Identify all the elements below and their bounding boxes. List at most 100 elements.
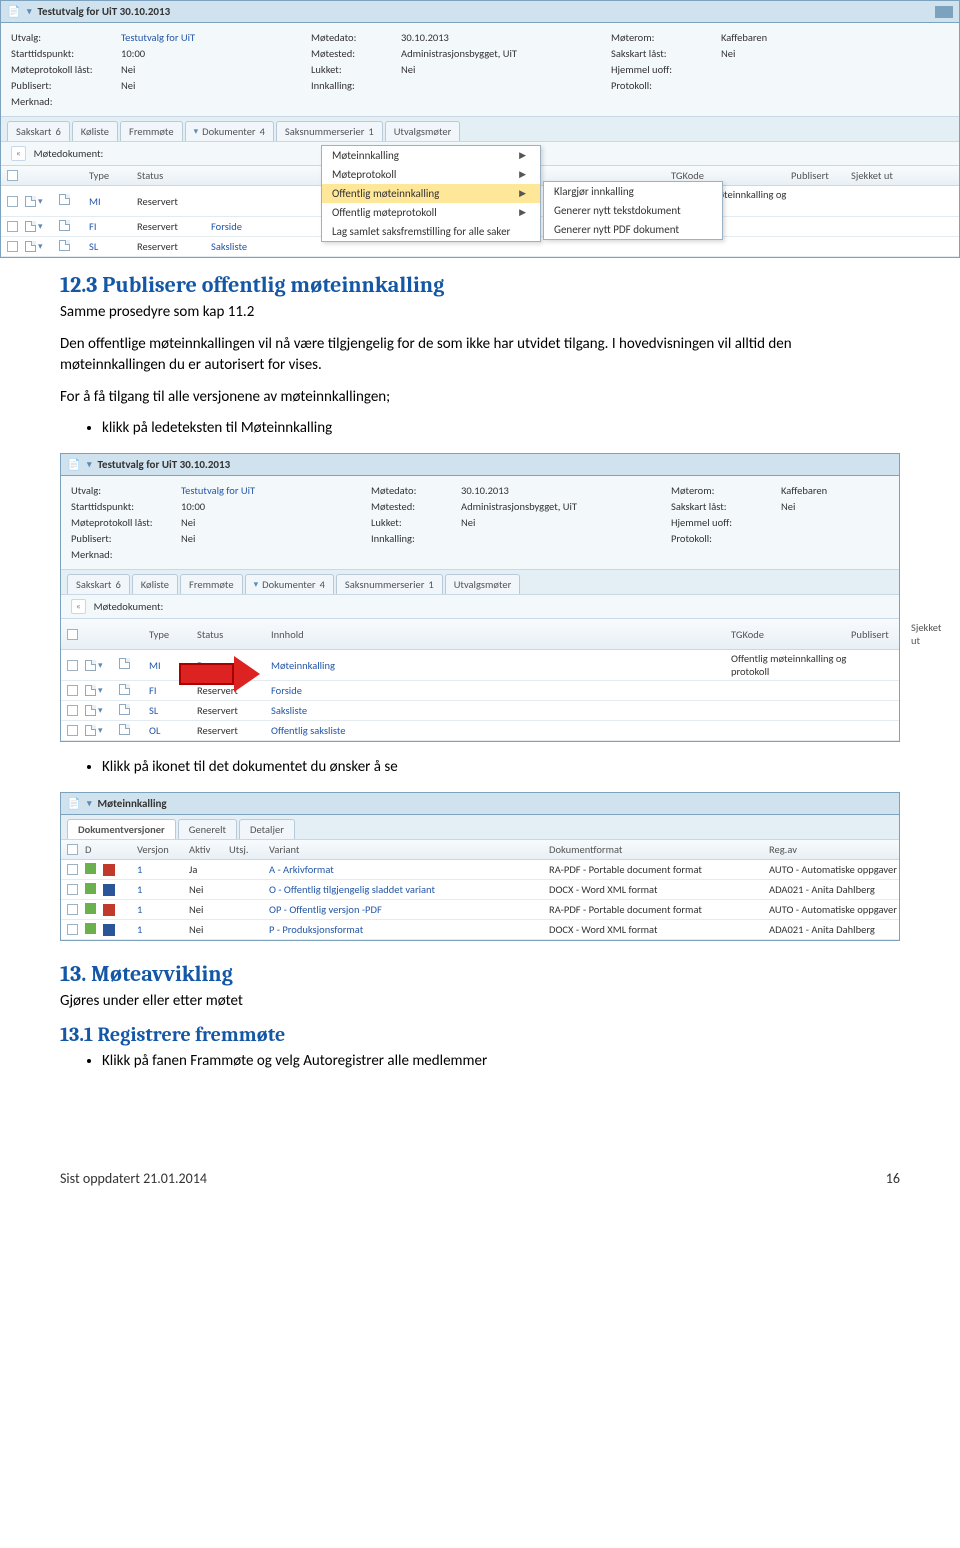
label-publisert: Publisert: bbox=[11, 79, 111, 92]
page-icon[interactable] bbox=[119, 704, 130, 715]
type-link[interactable]: MI bbox=[89, 195, 137, 208]
select-all-checkbox[interactable] bbox=[7, 170, 18, 181]
doc-icon[interactable] bbox=[85, 725, 96, 736]
pdf-icon[interactable] bbox=[103, 904, 115, 916]
collapse-icon[interactable]: « bbox=[71, 599, 86, 614]
dropdown-icon[interactable]: ▾ bbox=[38, 241, 43, 252]
select-all-checkbox[interactable] bbox=[67, 844, 78, 855]
action-icon[interactable] bbox=[85, 923, 96, 934]
tab-saksnummerserier[interactable]: Saksnummerserier1 bbox=[276, 121, 383, 141]
table-row[interactable]: ▾ SL Reservert Saksliste bbox=[61, 701, 899, 721]
row-checkbox[interactable] bbox=[67, 924, 78, 935]
bullet-list: Klikk på ikonet til det dokumentet du øn… bbox=[102, 758, 900, 776]
submenu-item-generer-pdf[interactable]: Generer nytt PDF dokument bbox=[544, 220, 722, 239]
dropdown-icon[interactable]: ▾ bbox=[87, 798, 92, 809]
submenu-item-klargjor[interactable]: Klargjør innkalling bbox=[544, 182, 722, 201]
tab-dokumenter[interactable]: ▾Dokumenter4 bbox=[245, 574, 334, 594]
menu-item-lag-samlet[interactable]: Lag samlet saksfremstilling for alle sak… bbox=[322, 222, 540, 241]
row-checkbox[interactable] bbox=[67, 660, 78, 671]
doc-icon[interactable] bbox=[25, 221, 36, 232]
value-motested: Administrasjonsbygget, UiT bbox=[401, 47, 601, 60]
tab-generelt[interactable]: Generelt bbox=[178, 819, 237, 839]
table-header: D Versjon Aktiv Utsj. Variant Dokumentfo… bbox=[61, 840, 899, 860]
row-checkbox[interactable] bbox=[67, 904, 78, 915]
tab-fremmote[interactable]: Fremmøte bbox=[180, 574, 243, 594]
tab-koliste[interactable]: Køliste bbox=[132, 574, 178, 594]
docx-icon[interactable] bbox=[103, 924, 115, 936]
label-innkalling: Innkalling: bbox=[311, 79, 391, 92]
doc-icon[interactable] bbox=[85, 660, 96, 671]
value-utvalg[interactable]: Testutvalg for UiT bbox=[121, 31, 301, 44]
tab-koliste[interactable]: Køliste bbox=[72, 121, 118, 141]
window-title: Møteinnkalling bbox=[98, 797, 167, 810]
row-checkbox[interactable] bbox=[7, 241, 18, 252]
tab-utvalgsmoter[interactable]: Utvalgsmøter bbox=[445, 574, 521, 594]
tab-sakskart[interactable]: Sakskart6 bbox=[7, 121, 70, 141]
table-row[interactable]: 1 Ja A - Arkivformat RA-PDF - Portable d… bbox=[61, 860, 899, 880]
window-title: Testutvalg for UiT 30.10.2013 bbox=[38, 5, 171, 18]
dropdown-icon[interactable]: ▾ bbox=[27, 6, 32, 17]
doc-icon[interactable] bbox=[85, 705, 96, 716]
menu-item-moteprotokoll[interactable]: Møteprotokoll▶ bbox=[322, 165, 540, 184]
doc-icon[interactable] bbox=[25, 241, 36, 252]
row-checkbox[interactable] bbox=[7, 196, 18, 207]
tab-saksnummerserier[interactable]: Saksnummerserier1 bbox=[336, 574, 443, 594]
page-icon[interactable] bbox=[119, 658, 130, 669]
value-motedato: 30.10.2013 bbox=[401, 31, 601, 44]
menu-item-offentlig-moteinnkalling[interactable]: Offentlig møteinnkalling▶ bbox=[322, 184, 540, 203]
dropdown-icon[interactable]: ▾ bbox=[98, 725, 103, 736]
window-title-bar: 📄 ▾ Møteinnkalling bbox=[61, 793, 899, 815]
docx-icon[interactable] bbox=[103, 884, 115, 896]
row-checkbox[interactable] bbox=[67, 864, 78, 875]
submenu-item-generer-tekst[interactable]: Generer nytt tekstdokument bbox=[544, 201, 722, 220]
row-checkbox[interactable] bbox=[67, 705, 78, 716]
page-icon[interactable] bbox=[59, 240, 70, 251]
tab-dokumenter[interactable]: ▾Dokumenter4 bbox=[185, 121, 274, 141]
dropdown-icon[interactable]: ▾ bbox=[38, 221, 43, 232]
action-icon[interactable] bbox=[85, 883, 96, 894]
context-submenu: Klargjør innkalling Generer nytt tekstdo… bbox=[543, 181, 723, 240]
bullet-item: Klikk på ikonet til det dokumentet du øn… bbox=[102, 758, 900, 776]
menu-item-offentlig-moteprotokoll[interactable]: Offentlig møteprotokoll▶ bbox=[322, 203, 540, 222]
dropdown-icon[interactable]: ▾ bbox=[38, 196, 43, 207]
action-icon[interactable] bbox=[85, 903, 96, 914]
dropdown-icon[interactable]: ▾ bbox=[98, 685, 103, 696]
row-checkbox[interactable] bbox=[67, 884, 78, 895]
action-icon[interactable] bbox=[85, 863, 96, 874]
version-tabs: Dokumentversjoner Generelt Detaljer bbox=[61, 815, 899, 840]
table-row[interactable]: ▾ OL Reservert Offentlig saksliste bbox=[61, 721, 899, 741]
doc-icon[interactable] bbox=[25, 196, 36, 207]
tab-utvalgsmoter[interactable]: Utvalgsmøter bbox=[385, 121, 461, 141]
type-link[interactable]: FI bbox=[89, 220, 137, 233]
doc-icon[interactable] bbox=[85, 685, 96, 696]
page-icon[interactable] bbox=[119, 684, 130, 695]
page-icon[interactable] bbox=[59, 220, 70, 231]
tab-detaljer[interactable]: Detaljer bbox=[239, 819, 295, 839]
tab-sakskart[interactable]: Sakskart6 bbox=[67, 574, 130, 594]
table-row[interactable]: 1 Nei P - Produksjonsformat DOCX - Word … bbox=[61, 920, 899, 940]
row-checkbox[interactable] bbox=[7, 221, 18, 232]
col-sjekket: Sjekket ut bbox=[851, 169, 953, 182]
dropdown-icon[interactable]: ▾ bbox=[98, 705, 103, 716]
table-row[interactable]: 1 Nei OP - Offentlig versjon -PDF RA-PDF… bbox=[61, 900, 899, 920]
row-checkbox[interactable] bbox=[67, 685, 78, 696]
tab-fremmote[interactable]: Fremmøte bbox=[120, 121, 183, 141]
type-link[interactable]: SL bbox=[89, 240, 137, 253]
label-merknad: Merknad: bbox=[11, 95, 111, 108]
meeting-details: Utvalg: Testutvalg for UiT Møtedato: 30.… bbox=[1, 23, 959, 117]
screenshot-meeting-arrow: 📄 ▾ Testutvalg for UiT 30.10.2013 Utvalg… bbox=[60, 453, 900, 742]
toolbar-icon[interactable] bbox=[935, 6, 953, 18]
menu-item-moteinnkalling[interactable]: Møteinnkalling▶ bbox=[322, 146, 540, 165]
row-checkbox[interactable] bbox=[67, 725, 78, 736]
page-icon[interactable] bbox=[59, 194, 70, 205]
dropdown-icon[interactable]: ▾ bbox=[98, 660, 103, 671]
highlight-arrow-icon bbox=[179, 656, 260, 692]
table-row[interactable]: 1 Nei O - Offentlig tilgjengelig sladdet… bbox=[61, 880, 899, 900]
select-all-checkbox[interactable] bbox=[67, 629, 78, 640]
dropdown-icon[interactable]: ▾ bbox=[87, 459, 92, 470]
page-icon[interactable] bbox=[119, 724, 130, 735]
pdf-icon[interactable] bbox=[103, 864, 115, 876]
tab-dokumentversjoner[interactable]: Dokumentversjoner bbox=[67, 819, 176, 839]
window-title-bar: 📄 ▾ Testutvalg for UiT 30.10.2013 bbox=[61, 454, 899, 476]
collapse-icon[interactable]: « bbox=[11, 146, 26, 161]
